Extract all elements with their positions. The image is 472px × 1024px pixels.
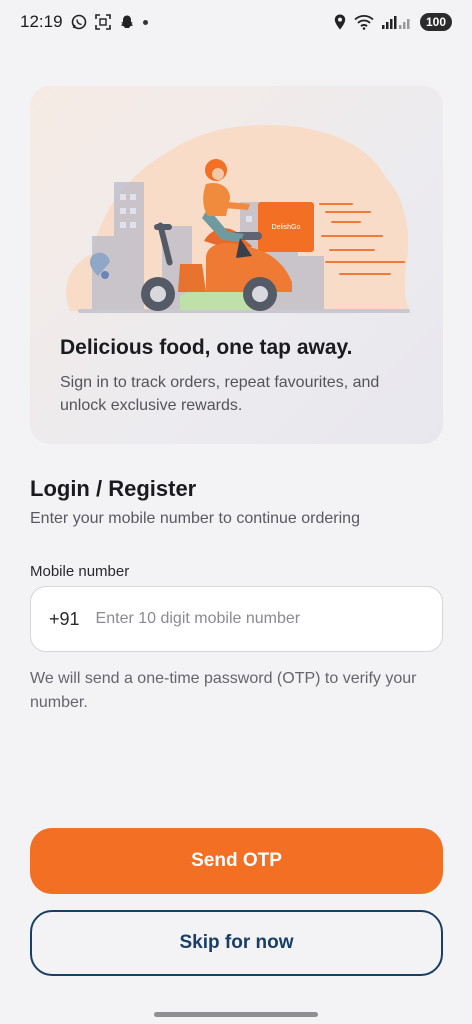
delivery-box-brand: DelishGo <box>272 224 301 231</box>
mobile-number-input[interactable] <box>93 609 424 629</box>
home-indicator[interactable] <box>154 1012 318 1017</box>
wifi-icon <box>354 14 374 30</box>
status-time: 12:19 <box>20 12 63 31</box>
otp-note: We will send a one-time password (OTP) t… <box>30 670 417 711</box>
hero-subtitle: Sign in to track orders, repeat favourit… <box>60 374 380 414</box>
status-bar-right: 100 <box>334 13 452 31</box>
notification-dot-icon <box>142 19 148 25</box>
mobile-number-field[interactable]: +91 <box>30 586 443 652</box>
status-bar-left: 12:19 <box>20 12 148 32</box>
delivery-scooter-illustration: DelishGo <box>66 125 410 313</box>
login-title: Login / Register <box>30 476 197 501</box>
login-subtitle: Enter your mobile number to continue ord… <box>30 510 360 527</box>
send-otp-button[interactable]: Send OTP <box>30 828 443 894</box>
hero-card: DelishGo Delicious food, one tap away. S… <box>30 86 443 444</box>
status-bar: 12:19 100 <box>0 0 472 44</box>
whatsapp-icon <box>71 14 87 30</box>
snapchat-icon <box>119 14 135 30</box>
location-icon <box>334 14 346 30</box>
mobile-number-label: Mobile number <box>30 563 130 580</box>
skip-for-now-button[interactable]: Skip for now <box>30 910 443 976</box>
country-code-prefix: +91 <box>49 608 80 629</box>
battery-indicator: 100 <box>419 13 452 31</box>
hero-title: Delicious food, one tap away. <box>60 336 353 359</box>
signal-icon <box>381 14 412 30</box>
screenshot-icon <box>94 14 111 30</box>
